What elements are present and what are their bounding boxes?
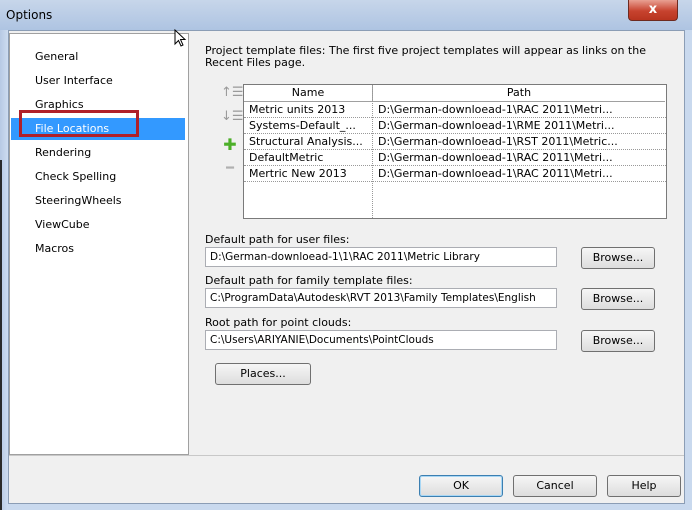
browse-point-clouds-button[interactable]: Browse...	[581, 330, 655, 352]
column-header-path[interactable]: Path	[373, 85, 665, 102]
cancel-button[interactable]: Cancel	[513, 475, 597, 497]
move-down-icon[interactable]: ↓☰	[221, 109, 244, 127]
category-list[interactable]: General User Interface Graphics File Loc…	[9, 33, 189, 455]
close-icon: x	[648, 2, 658, 17]
templates-description: Project template files: The first five p…	[205, 44, 646, 69]
help-button[interactable]: Help	[607, 475, 681, 497]
table-cell-path[interactable]: D:\German-downloead-1\RME 2011\Metri...	[373, 118, 665, 134]
table-cell-name[interactable]: Systems-Default_...	[244, 118, 372, 134]
sidebar-item-user-interface[interactable]: User Interface	[11, 70, 185, 92]
point-clouds-path-field[interactable]: C:\Users\ARIYANIE\Documents\PointClouds	[205, 330, 557, 350]
user-files-path-field[interactable]: D:\German-downloead-1\1\RAC 2011\Metric …	[205, 247, 557, 267]
table-cell-path[interactable]: D:\German-downloead-1\RST 2011\Metric...	[373, 134, 665, 150]
selection-highlight-frame	[19, 110, 139, 137]
point-clouds-label: Root path for point clouds:	[205, 316, 352, 329]
sidebar-item-general[interactable]: General	[11, 46, 185, 68]
sidebar-item-check-spelling[interactable]: Check Spelling	[11, 166, 185, 188]
background-edge	[0, 160, 2, 510]
mouse-cursor-icon	[174, 29, 187, 47]
move-up-icon[interactable]: ↑☰	[221, 85, 244, 103]
table-cell-path[interactable]: D:\German-downloead-1\RAC 2011\Metri...	[373, 166, 665, 182]
dialog-client-area: General User Interface Graphics File Loc…	[8, 30, 685, 504]
window-title: Options	[6, 8, 53, 22]
close-button[interactable]: x	[628, 0, 678, 21]
ok-button[interactable]: OK	[419, 475, 503, 497]
templates-table[interactable]: Name Path Metric units 2013 D:\German-do…	[243, 84, 667, 219]
options-window: Options x General User Interface Graphic…	[0, 0, 692, 510]
table-cell-name[interactable]: DefaultMetric	[244, 150, 372, 166]
family-templates-path-field[interactable]: C:\ProgramData\Autodesk\RVT 2013\Family …	[205, 288, 557, 308]
footer-divider	[9, 455, 684, 456]
table-cell-path[interactable]: D:\German-downloead-1\RAC 2011\Metri...	[373, 150, 665, 166]
table-cell-path[interactable]: D:\German-downloead-1\RAC 2011\Metri...	[373, 102, 665, 118]
family-templates-label: Default path for family template files:	[205, 274, 413, 287]
places-button[interactable]: Places...	[215, 363, 311, 385]
user-files-label: Default path for user files:	[205, 233, 350, 246]
browse-family-templates-button[interactable]: Browse...	[581, 288, 655, 310]
sidebar-item-steeringwheels[interactable]: SteeringWheels	[11, 190, 185, 212]
column-divider	[372, 85, 373, 218]
remove-icon[interactable]: ━	[221, 161, 239, 179]
table-cell-name[interactable]: Metric units 2013	[244, 102, 372, 118]
file-locations-panel: Project template files: The first five p…	[195, 31, 683, 461]
table-cell-name[interactable]: Mertric New 2013	[244, 166, 372, 182]
add-icon[interactable]: ✚	[221, 135, 239, 154]
row-divider	[244, 181, 666, 182]
sidebar-item-viewcube[interactable]: ViewCube	[11, 214, 185, 236]
column-header-name[interactable]: Name	[244, 85, 373, 102]
browse-user-files-button[interactable]: Browse...	[581, 247, 655, 269]
table-cell-name[interactable]: Structural Analysis...	[244, 134, 372, 150]
title-bar: Options x	[0, 0, 692, 30]
sidebar-item-rendering[interactable]: Rendering	[11, 142, 185, 164]
sidebar-item-macros[interactable]: Macros	[11, 238, 185, 260]
